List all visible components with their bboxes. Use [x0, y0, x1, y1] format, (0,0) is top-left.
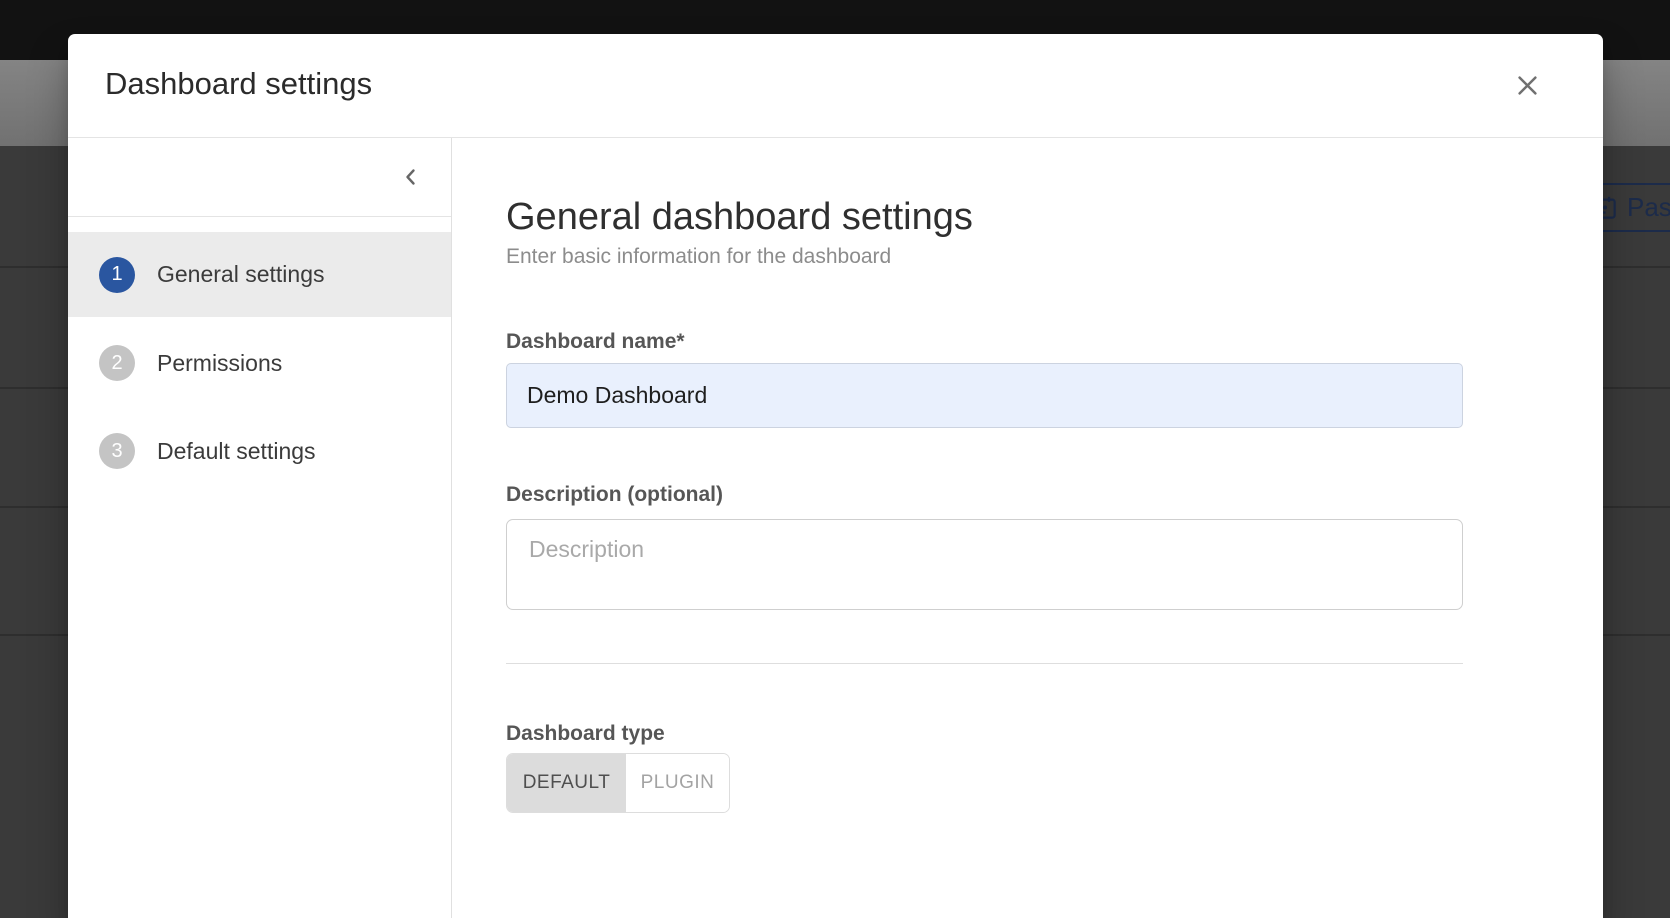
close-icon	[1514, 72, 1541, 99]
close-button[interactable]	[1505, 63, 1549, 107]
collapse-sidebar-button[interactable]	[389, 155, 433, 199]
step-label: Permissions	[157, 350, 282, 377]
step-default-settings[interactable]: 3 Default settings	[68, 408, 451, 494]
general-settings-panel: General dashboard settings Enter basic i…	[453, 138, 1603, 918]
step-number-badge: 2	[99, 345, 135, 381]
dialog-title: Dashboard settings	[105, 66, 372, 102]
step-label: General settings	[157, 261, 324, 288]
panel-subheading: Enter basic information for the dashboar…	[506, 245, 891, 269]
stepper-sidebar: 1 General settings 2 Permissions 3 Defau…	[68, 138, 452, 918]
dashboard-type-label: Dashboard type	[506, 722, 665, 746]
section-divider	[506, 663, 1463, 664]
timewindow-label: Past	[1627, 192, 1670, 223]
type-option-default[interactable]: DEFAULT	[507, 754, 626, 812]
dashboard-name-label: Dashboard name*	[506, 330, 685, 354]
stepper-collapse-header	[68, 138, 451, 217]
step-number-badge: 3	[99, 433, 135, 469]
step-permissions[interactable]: 2 Permissions	[68, 320, 451, 406]
chevron-left-icon	[399, 165, 423, 189]
dialog-header: Dashboard settings	[68, 34, 1603, 138]
panel-heading: General dashboard settings	[506, 196, 973, 239]
description-label: Description (optional)	[506, 483, 723, 507]
dashboard-type-toggle: DEFAULT PLUGIN	[506, 753, 730, 813]
dashboard-settings-dialog: Dashboard settings 1 General settings 2 …	[68, 34, 1603, 918]
step-number-badge: 1	[99, 257, 135, 293]
step-label: Default settings	[157, 438, 316, 465]
description-textarea[interactable]	[506, 519, 1463, 610]
type-option-plugin[interactable]: PLUGIN	[626, 754, 729, 812]
dashboard-name-input[interactable]	[506, 363, 1463, 428]
step-general-settings[interactable]: 1 General settings	[68, 232, 451, 317]
